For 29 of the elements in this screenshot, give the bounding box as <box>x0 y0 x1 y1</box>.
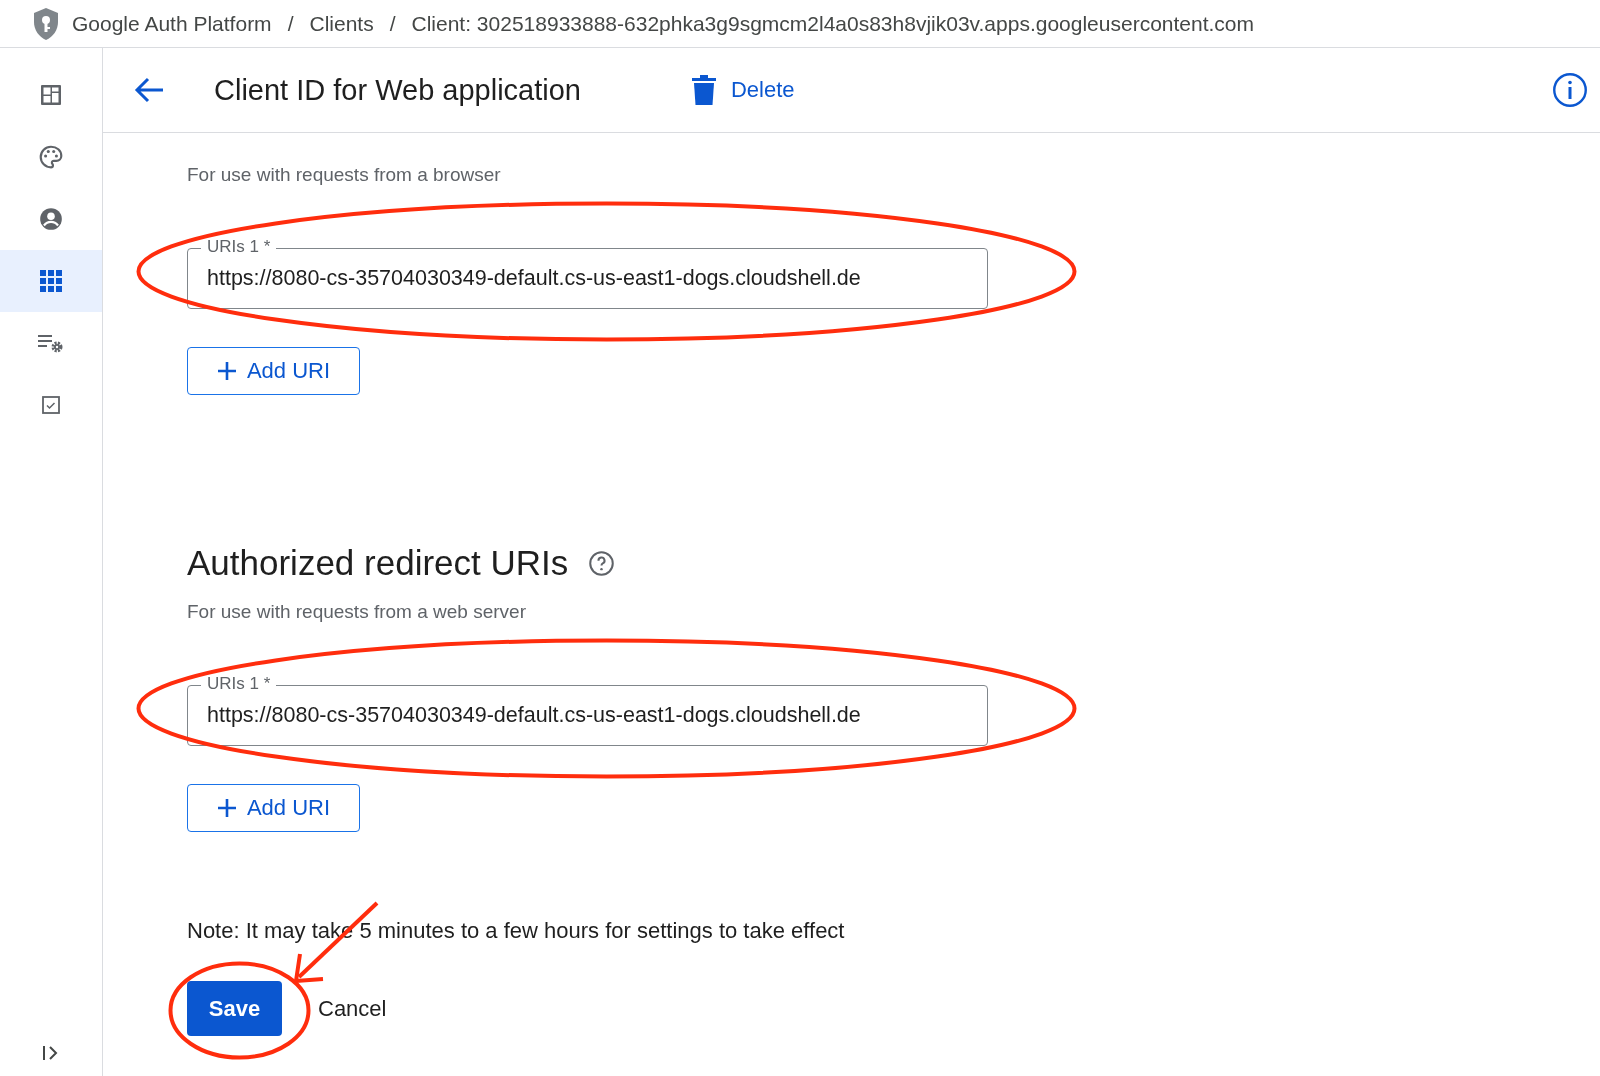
checkbox-icon <box>41 395 61 415</box>
breadcrumb-link[interactable]: Client: 302518933888-632phka3g9sgmcm2l4a0s83h8vjik03v.apps.googleusercontent.com <box>411 11 1255 36</box>
apps-grid-icon <box>40 270 62 292</box>
section-subtitle: For use with requests from a web server <box>187 601 527 623</box>
page-title: Client ID for Web application <box>214 73 581 107</box>
dashboard-icon <box>39 83 63 107</box>
cancel-button[interactable]: Cancel <box>318 995 387 1022</box>
breadcrumb-separator: / <box>287 11 294 36</box>
back-arrow-icon[interactable] <box>133 76 165 104</box>
shield-key-icon <box>32 6 60 41</box>
palette-icon <box>38 144 64 170</box>
delete-button[interactable]: Delete <box>691 74 795 106</box>
add-uri-button[interactable]: Add URI <box>187 347 360 395</box>
section-heading: Authorized redirect URIs <box>187 543 569 583</box>
uri-field[interactable]: URIs 1 * https://8080-cs-35704030349-default.cs-us-east1-dogs.cloudshell.de <box>187 236 988 309</box>
trash-icon <box>691 74 717 106</box>
uri-field[interactable]: URIs 1 * https://8080-cs-35704030349-default.cs-us-east1-dogs.cloudshell.de <box>187 673 988 746</box>
breadcrumb-link[interactable]: Google Auth Platform <box>72 11 272 36</box>
account-icon <box>38 206 64 232</box>
breadcrumb-separator: / <box>389 11 396 36</box>
add-uri-button[interactable]: Add URI <box>187 784 360 832</box>
sidebar-item[interactable] <box>0 250 102 312</box>
info-icon[interactable] <box>1552 72 1588 108</box>
plus-icon <box>216 361 237 381</box>
save-button[interactable]: Save <box>187 981 282 1036</box>
plus-icon <box>216 798 237 818</box>
section-subtitle: For use with requests from a browser <box>187 164 502 186</box>
breadcrumb-link[interactable]: Clients <box>309 11 374 36</box>
help-icon[interactable] <box>588 549 616 577</box>
